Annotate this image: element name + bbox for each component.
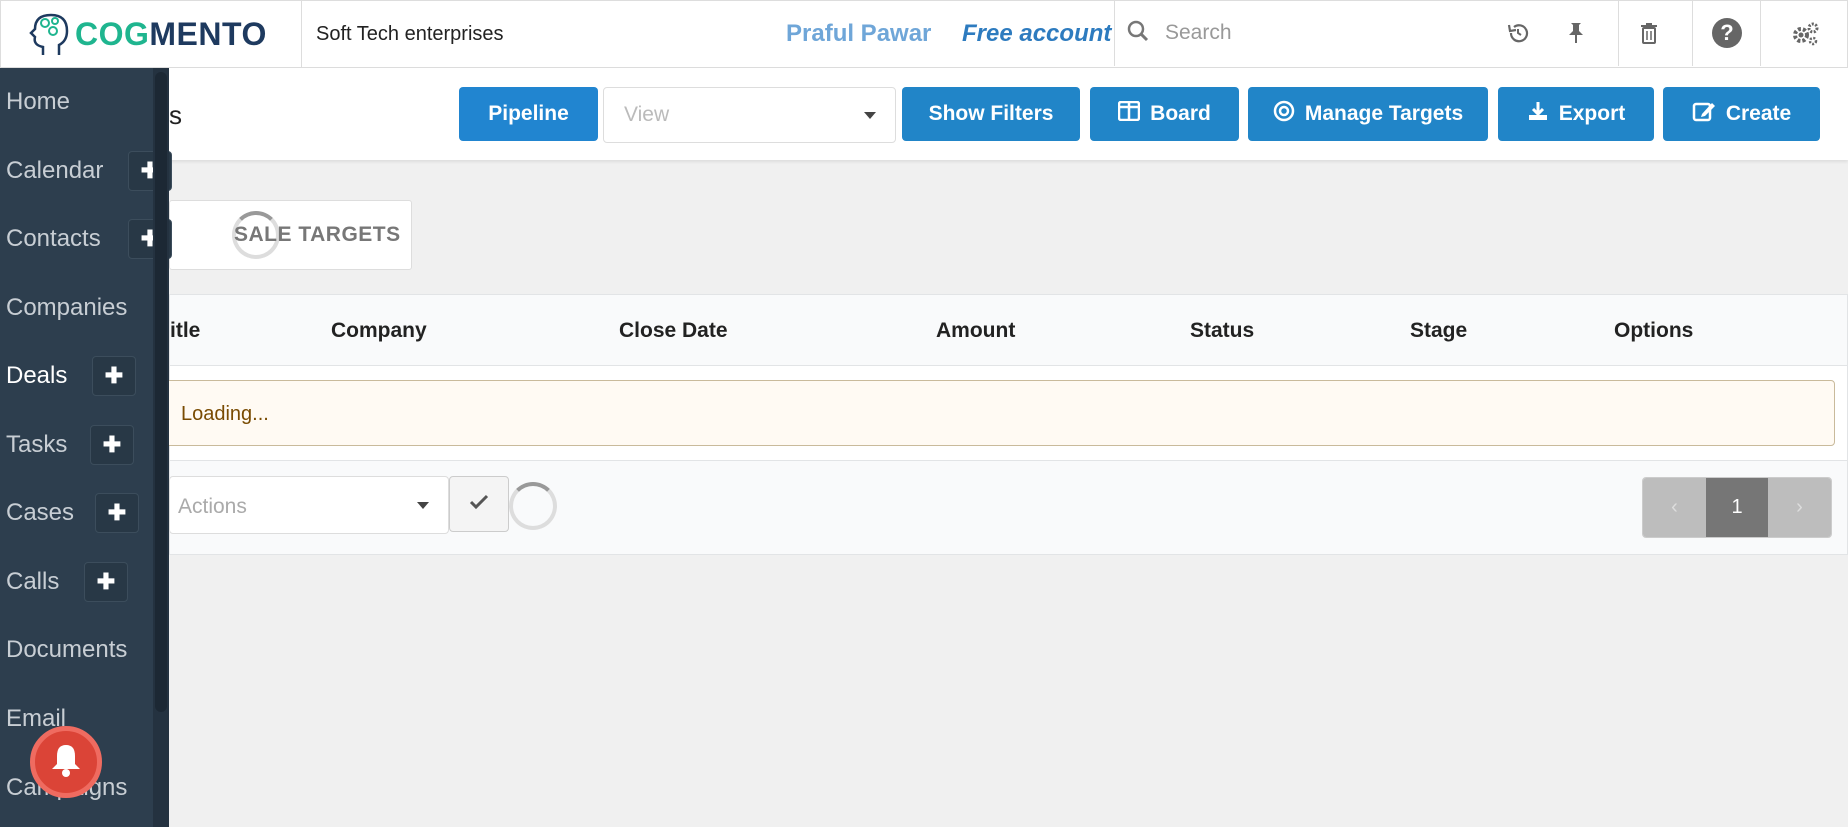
company-name: Soft Tech enterprises <box>316 22 504 45</box>
add-deal-button[interactable]: ✚ <box>92 356 136 396</box>
column-title[interactable]: itle <box>170 319 200 343</box>
columns-icon <box>1117 100 1141 127</box>
export-label: Export <box>1558 102 1626 125</box>
create-button[interactable]: Create <box>1663 87 1820 141</box>
table-header: itle Company Close Date Amount Status St… <box>169 294 1848 366</box>
help-icon[interactable]: ? <box>1692 0 1760 66</box>
add-case-button[interactable]: ✚ <box>95 493 139 533</box>
edit-icon <box>1692 100 1716 128</box>
bulk-actions-select[interactable]: Actions <box>169 476 449 534</box>
manage-targets-button[interactable]: Manage Targets <box>1248 87 1488 141</box>
settings-icon[interactable] <box>1760 0 1848 66</box>
notification-bell-button[interactable] <box>30 726 102 798</box>
user-name-link[interactable]: Praful Pawar <box>786 20 931 48</box>
check-icon <box>469 494 489 515</box>
search-input[interactable] <box>1165 21 1445 45</box>
download-icon <box>1527 100 1549 128</box>
sidebar-item-label: Companies <box>6 294 128 321</box>
pin-icon[interactable] <box>1546 0 1606 66</box>
logo-head-icon <box>29 11 71 57</box>
sidebar-scrollbar[interactable] <box>153 68 169 827</box>
export-button[interactable]: Export <box>1498 87 1654 141</box>
bullseye-icon <box>1273 100 1295 128</box>
sidebar-item-label: Home <box>6 88 71 115</box>
sidebar-item-label: Calls <box>6 568 60 595</box>
sidebar: Home Calendar ✚ Contacts ✚ Companies Dea… <box>0 68 172 827</box>
add-task-button[interactable]: ✚ <box>90 425 134 465</box>
manage-targets-label: Manage Targets <box>1304 102 1464 125</box>
sale-targets-label: SALE TARGETS <box>234 223 401 246</box>
column-amount[interactable]: Amount <box>936 319 1015 343</box>
create-label: Create <box>1725 102 1792 125</box>
chevron-down-icon <box>417 502 429 509</box>
actions-placeholder: Actions <box>178 495 247 518</box>
logo-text-cog: COG <box>75 15 150 52</box>
bell-icon <box>49 742 83 783</box>
pagination: ‹ 1 › <box>1642 477 1832 538</box>
sidebar-item-label: Tasks <box>6 431 68 458</box>
account-type-link[interactable]: Free account <box>962 20 1111 48</box>
scrollbar-thumb[interactable] <box>155 72 167 712</box>
logo[interactable]: COGMENTO <box>1 1 302 67</box>
loading-message: Loading... <box>160 380 1835 446</box>
svg-text:?: ? <box>1720 20 1733 45</box>
pipeline-button[interactable]: Pipeline <box>459 87 598 141</box>
sidebar-item-tasks[interactable]: Tasks <box>0 425 169 465</box>
column-options: Options <box>1614 319 1694 342</box>
loading-text: Loading... <box>181 403 269 425</box>
show-filters-button[interactable]: Show Filters <box>902 87 1080 141</box>
sidebar-item-home[interactable]: Home <box>0 82 169 122</box>
page-1-button[interactable]: 1 <box>1706 478 1768 537</box>
apply-action-button[interactable] <box>449 476 509 532</box>
sidebar-item-companies[interactable]: Companies <box>0 288 169 328</box>
column-stage[interactable]: Stage <box>1410 319 1467 343</box>
sidebar-item-deals[interactable]: Deals <box>0 356 169 396</box>
sidebar-item-label: Calendar <box>6 157 104 184</box>
page-title: s <box>169 100 182 130</box>
trash-icon[interactable] <box>1618 0 1678 66</box>
board-button[interactable]: Board <box>1090 87 1239 141</box>
view-select[interactable]: View <box>603 87 896 143</box>
sidebar-item-label: Cases <box>6 499 75 526</box>
sidebar-item-label: Deals <box>6 362 68 389</box>
history-icon[interactable] <box>1488 0 1548 66</box>
search-box[interactable] <box>1114 0 1474 66</box>
sidebar-item-cases[interactable]: Cases <box>0 493 169 533</box>
chevron-down-icon <box>864 112 876 119</box>
logo-text-mento: MENTO <box>149 15 267 52</box>
column-status[interactable]: Status <box>1190 319 1254 343</box>
prev-page-button[interactable]: ‹ <box>1643 478 1706 537</box>
sidebar-item-label: Contacts <box>6 225 101 252</box>
column-close-date[interactable]: Close Date <box>619 319 728 343</box>
loading-spinner <box>509 482 557 530</box>
add-call-button[interactable]: ✚ <box>84 562 128 602</box>
next-page-button[interactable]: › <box>1768 478 1831 537</box>
sale-targets-panel: SALE TARGETS <box>169 200 412 270</box>
view-select-placeholder: View <box>624 103 670 126</box>
search-icon <box>1127 20 1149 47</box>
sidebar-item-label: Documents <box>6 636 128 663</box>
sidebar-item-documents[interactable]: Documents <box>0 630 169 670</box>
column-company[interactable]: Company <box>331 319 427 343</box>
board-button-label: Board <box>1150 102 1211 125</box>
